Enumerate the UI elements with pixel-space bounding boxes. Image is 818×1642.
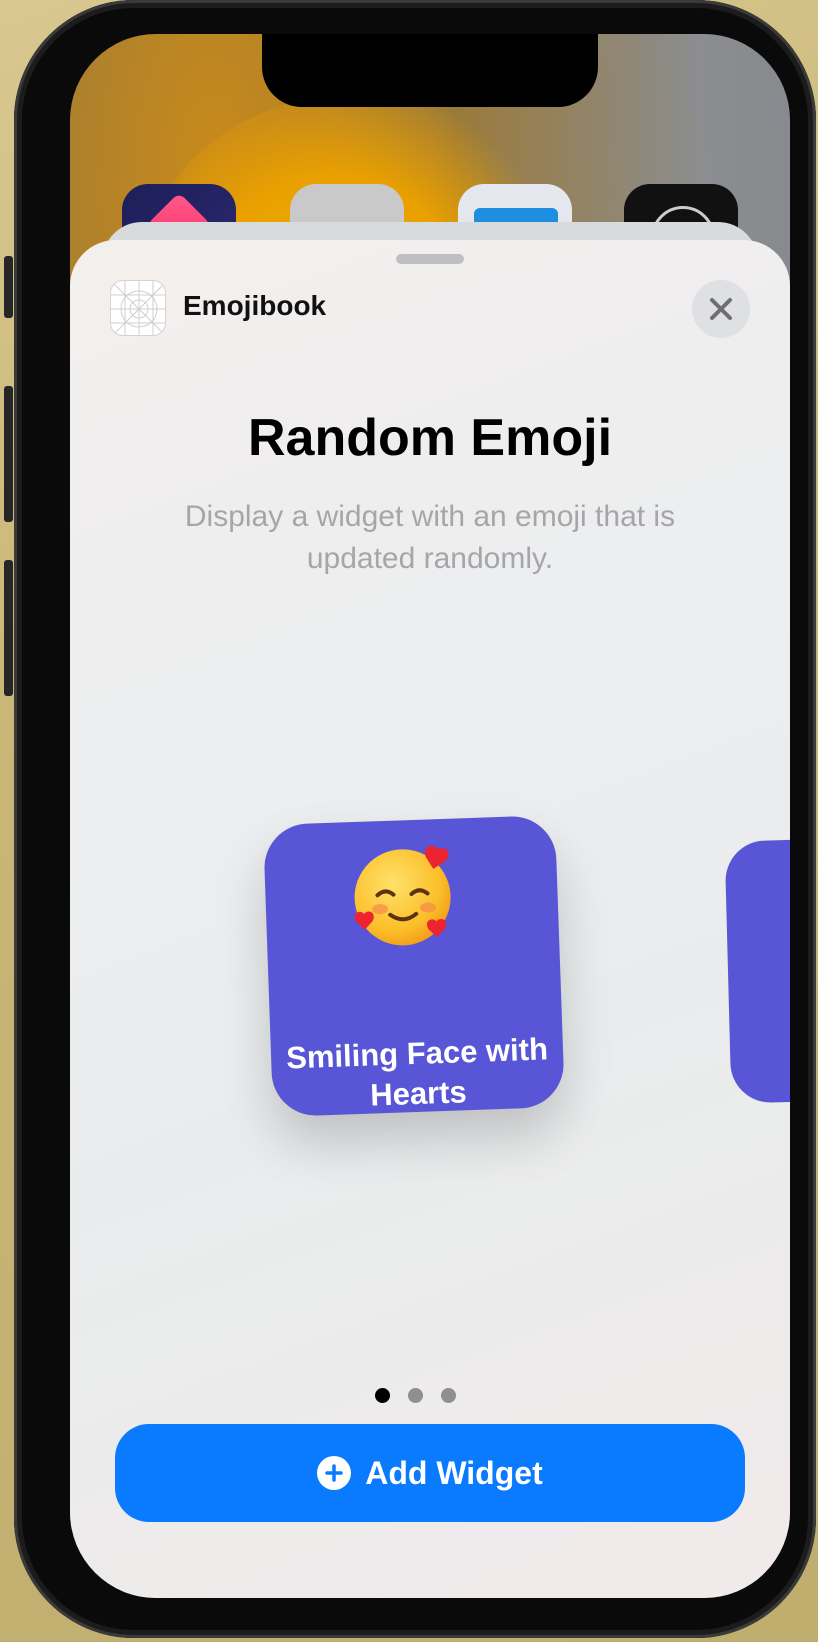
sheet-grabber[interactable] [396,254,464,264]
widget-description: Display a widget with an emoji that is u… [184,500,676,575]
add-widget-label: Add Widget [365,1454,543,1491]
next-widget-preview[interactable] [724,838,790,1104]
notch [262,34,598,107]
widget-preview[interactable]: Smiling Face with Hearts [262,814,566,1118]
phone-frame: Emojibook Random Emoji Display a widget … [14,0,816,1638]
close-icon [710,298,732,320]
page-indicator[interactable] [375,1388,456,1403]
widget-label: Smiling Face with Hearts [285,1031,549,1113]
widget-sheet: Emojibook Random Emoji Display a widget … [70,240,790,1598]
close-button[interactable] [692,280,750,338]
smiling-face-with-hearts-icon [354,845,451,946]
add-widget-button[interactable]: Add Widget [115,1424,745,1522]
page-dot[interactable] [408,1388,423,1403]
phone-side-button [4,256,13,318]
emojibook-app-icon [110,280,166,336]
phone-volume-down [4,560,13,696]
plus-circle-icon [317,1456,352,1490]
app-name: Emojibook [183,290,327,321]
phone-volume-up [4,386,13,522]
page-dot[interactable] [441,1388,456,1403]
page-dot-active[interactable] [375,1388,390,1403]
widget-title: Random Emoji [247,409,613,467]
screen: Emojibook Random Emoji Display a widget … [70,34,790,1598]
